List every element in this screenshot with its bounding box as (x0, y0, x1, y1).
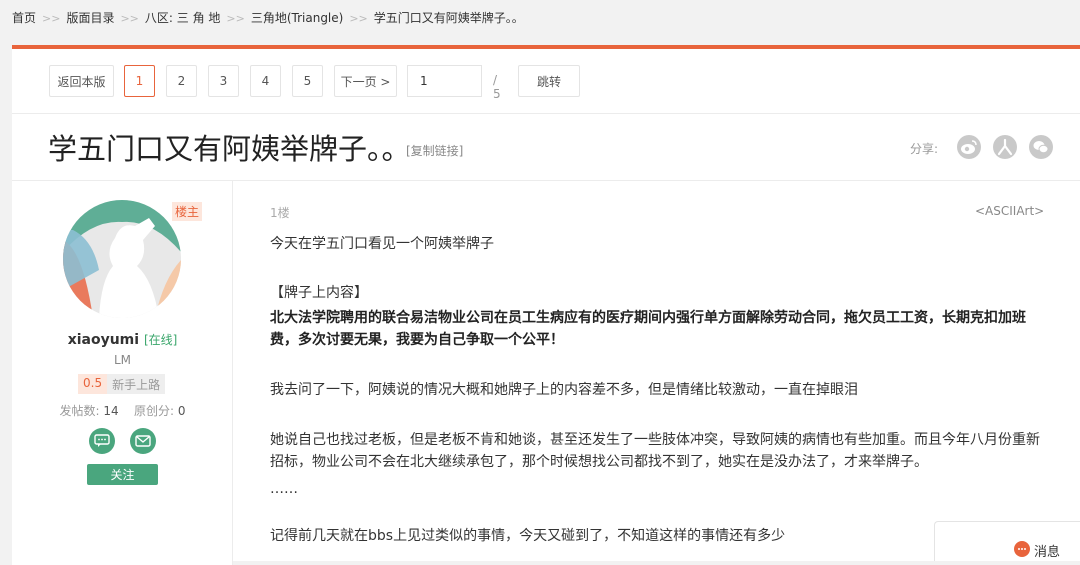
op-badge: 楼主 (172, 202, 203, 221)
user-stats: 发帖数: 14 原创分: 0 (12, 402, 233, 419)
breadcrumb-board-index[interactable]: 版面目录 (66, 11, 114, 25)
back-to-board-button[interactable]: 返回本版 (49, 65, 114, 97)
posts-count: 14 (103, 404, 119, 418)
level-name: 新手上路 (107, 374, 166, 394)
copy-link-button[interactable]: [复制链接] (406, 142, 463, 159)
page-2-button[interactable]: 2 (166, 65, 197, 97)
page-total: / 5 (493, 73, 501, 101)
post-paragraph: 我去问了一下，阿姨说的情况大概和她牌子上的内容差不多，但是情绪比较激动，一直在掉… (270, 382, 858, 398)
weibo-icon[interactable] (957, 135, 981, 159)
post-paragraph: …… (270, 481, 298, 497)
post-paragraph-bold: 北大法学院聘用的联合易洁物业公司在员工生病应有的医疗期间内强行单方面解除劳动合同… (270, 310, 1026, 348)
post-tag[interactable]: <ASCIIArt> (975, 204, 1044, 218)
post-paragraph: 今天在学五门口看见一个阿姨举牌子 (270, 236, 494, 252)
thread-panel: 返回本版 1 2 3 4 5 下一页 > 1 / 5 跳转 学五门口又有阿姨举牌… (12, 45, 1080, 565)
post-paragraph: 记得前几天就在bbs上见过类似的事情，今天又碰到了，不知道这样的事情还有多少 (270, 528, 786, 544)
level-number: 0.5 (78, 374, 108, 394)
follow-button[interactable]: 关注 (87, 464, 158, 485)
title-row: 学五门口又有阿姨举牌子。。 [复制链接] 分享: (12, 114, 1080, 180)
avatar[interactable] (63, 200, 181, 318)
page-1-button[interactable]: 1 (124, 65, 155, 97)
page-4-button[interactable]: 4 (250, 65, 281, 97)
messages-label: 消息 (1034, 545, 1061, 560)
username-link[interactable]: xiaoyumi (68, 332, 139, 348)
breadcrumb-separator: >> (226, 12, 245, 25)
breadcrumb-home[interactable]: 首页 (12, 11, 36, 25)
post-paragraph: 【牌子上内容】 (270, 285, 368, 301)
author-sidebar: 楼主 xiaoyumi [在线] LM 0.5 新手上路 发帖数: 14 原创分… (12, 181, 233, 565)
breadcrumb-board[interactable]: 三角地(Triangle) (251, 11, 344, 25)
breadcrumb-zone[interactable]: 八区: 三 角 地 (145, 11, 221, 25)
messages-widget[interactable]: 消息 (934, 521, 1080, 561)
posts-label: 发帖数: (59, 404, 100, 418)
breadcrumb-separator: >> (42, 12, 61, 25)
share-label: 分享: (910, 142, 939, 156)
user-title: LM (113, 353, 132, 367)
next-page-button[interactable]: 下一页 > (334, 65, 397, 97)
page-jump-input[interactable]: 1 (407, 65, 482, 97)
username: xiaoyumi [在线] (12, 331, 233, 348)
post-paragraph: 她说自己也找过老板，但是老板不肯和她谈，甚至还发生了一些肢体冲突，导致阿姨的病情… (270, 432, 1040, 470)
mail-icon[interactable] (130, 428, 156, 454)
page-title: 学五门口又有阿姨举牌子。。 (48, 132, 411, 166)
breadcrumb-separator: >> (349, 12, 368, 25)
chat-bubble-icon (1014, 541, 1030, 557)
original-label: 原创分: (133, 404, 174, 418)
online-status: [在线] (143, 333, 178, 347)
page-3-button[interactable]: 3 (208, 65, 239, 97)
floor-number: 1楼 (270, 206, 290, 220)
breadcrumb-separator: >> (120, 12, 139, 25)
original-score: 0 (177, 404, 186, 418)
breadcrumb: 首页 >> 版面目录 >> 八区: 三 角 地 >> 三角地(Triangle) >> 学五门口… (12, 9, 524, 26)
renren-icon[interactable] (993, 135, 1017, 159)
jump-button[interactable]: 跳转 (518, 65, 580, 97)
breadcrumb-current: 学五门口又有阿姨举牌子。。 (373, 11, 524, 25)
message-icon[interactable] (89, 428, 115, 454)
wechat-icon[interactable] (1029, 135, 1053, 159)
user-level: 0.5 新手上路 (78, 374, 166, 394)
page-5-button[interactable]: 5 (292, 65, 323, 97)
